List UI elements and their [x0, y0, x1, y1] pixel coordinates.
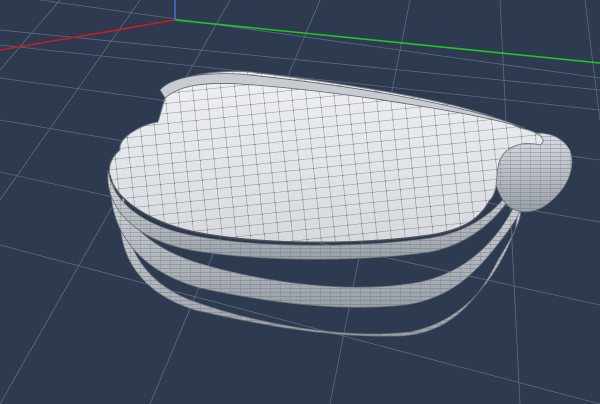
- 3d-viewport[interactable]: [0, 0, 600, 404]
